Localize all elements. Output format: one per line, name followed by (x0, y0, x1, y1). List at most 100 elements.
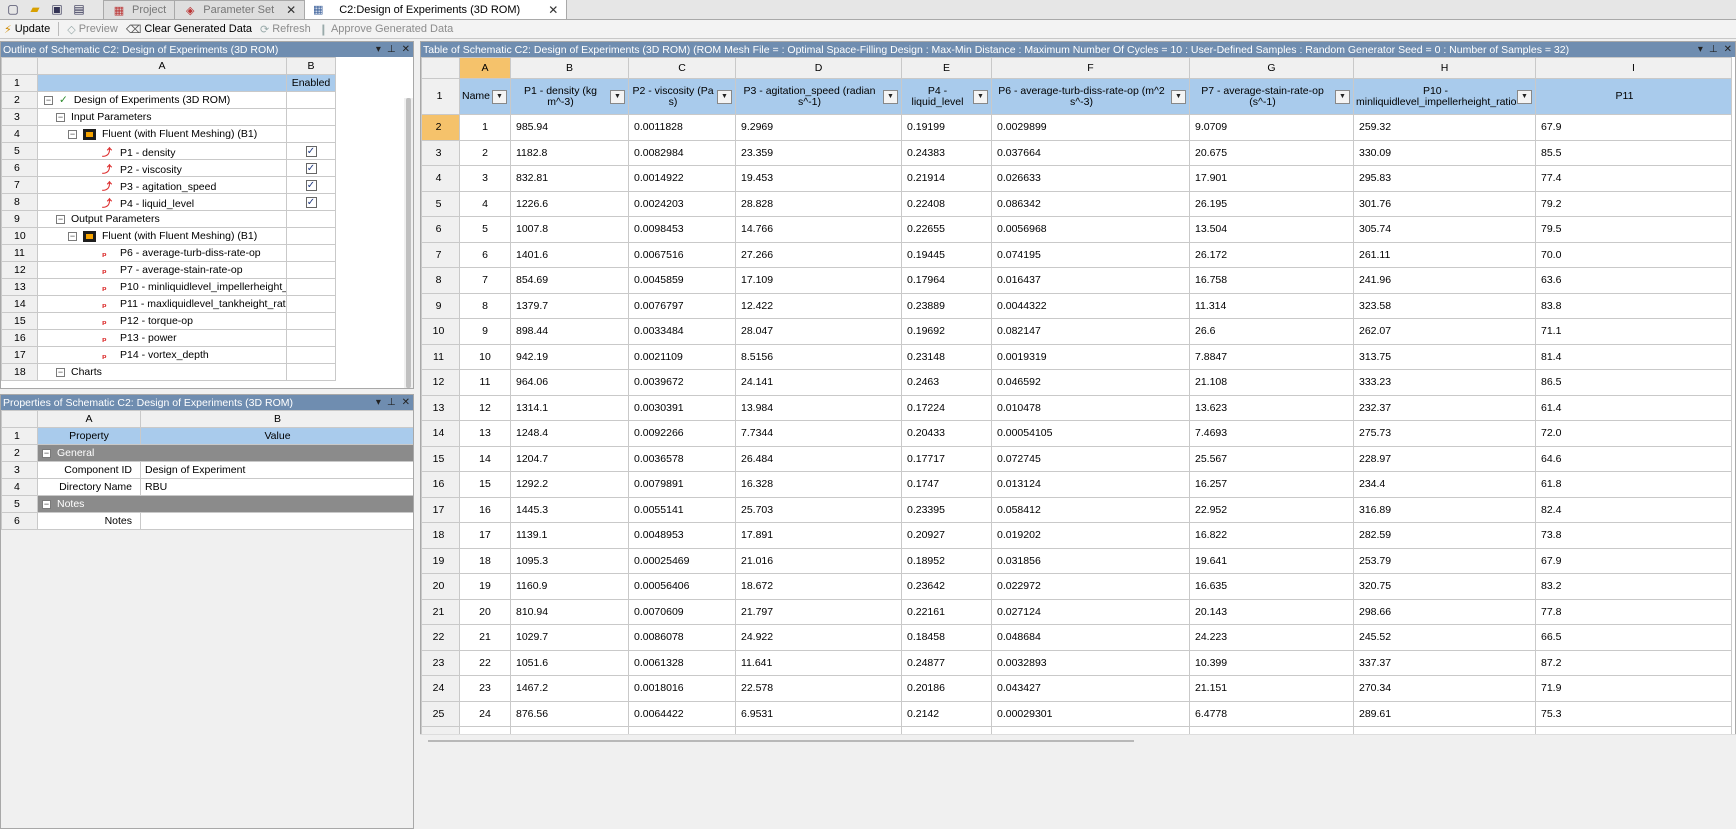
table-cell[interactable]: 1292.2 (510, 471, 629, 498)
table-cell[interactable]: 0.058412 (991, 496, 1190, 523)
table-cell[interactable]: 8.5156 (735, 343, 902, 370)
outline-scrollbar[interactable] (404, 98, 413, 388)
collapse-icon[interactable]: − (56, 214, 65, 224)
table-cell[interactable]: 0.17964 (901, 267, 992, 294)
table-cell[interactable]: 0.0021109 (628, 343, 736, 370)
outline-cell[interactable]: − Output Parameters (37, 210, 287, 228)
table-row[interactable]: 11 10 942.19 0.0021109 8.5156 0.23148 0.001931… (421, 343, 1732, 370)
table-cell[interactable]: 323.58 (1353, 292, 1536, 319)
table-cell[interactable]: 0.22655 (901, 216, 992, 243)
property-row[interactable]: 4 Directory Name RBU (1, 478, 413, 496)
table-cell[interactable]: 313.75 (1353, 343, 1536, 370)
outline-cell[interactable]: − Fluent (with Fluent Meshing) (B1) (37, 125, 287, 143)
clear-generated-data-button[interactable]: ⌫ Clear Generated Data (126, 23, 252, 36)
design-point-name[interactable]: 12 (459, 394, 511, 421)
pin-icon[interactable]: ⊥ (1709, 44, 1718, 55)
table-cell[interactable]: 289.61 (1353, 700, 1536, 727)
table-cell[interactable]: 0.0019319 (991, 343, 1190, 370)
table-cell[interactable]: 0.0061328 (628, 649, 736, 676)
table-cell[interactable]: 0.20433 (901, 420, 992, 447)
table-cell[interactable]: 810.94 (510, 598, 629, 625)
table-cell[interactable]: 1029.7 (510, 624, 629, 651)
column-letter[interactable]: E (901, 57, 992, 79)
table-cell[interactable]: 964.06 (510, 369, 629, 396)
row-number[interactable]: 4 (421, 165, 460, 192)
row-number[interactable]: 24 (421, 675, 460, 702)
table-cell[interactable]: 25.703 (735, 496, 902, 523)
table-cell[interactable]: 0.22161 (901, 598, 992, 625)
row-number[interactable]: 8 (421, 267, 460, 294)
table-cell[interactable]: 0.00025469 (628, 547, 736, 574)
table-row[interactable]: 6 5 1007.8 0.0098453 14.766 0.22655 0.0056968 1… (421, 216, 1732, 243)
table-cell[interactable]: 0.0029899 (991, 114, 1190, 141)
property-group-row[interactable]: 5− Notes (1, 495, 413, 513)
table-cell[interactable]: 0.0076797 (628, 292, 736, 319)
table-cell[interactable]: 17.109 (735, 267, 902, 294)
outline-cell[interactable]: ₚ P7 - average-stain-rate-op (37, 261, 287, 279)
table-cell[interactable]: 0.20927 (901, 522, 992, 549)
table-cell[interactable]: 0.0045859 (628, 267, 736, 294)
table-cell[interactable]: 28.828 (735, 190, 902, 217)
table-cell[interactable]: 64.6 (1535, 445, 1732, 472)
outline-row[interactable]: 4 − Fluent (with Fluent Meshing) (B1) (1, 125, 336, 143)
table-row[interactable]: 25 24 876.56 0.0064422 6.9531 0.2142 0.0002930… (421, 700, 1732, 727)
outline-cell[interactable]: ₚ P11 - maxliquidlevel_tankheight_ratio (37, 295, 287, 313)
table-row[interactable]: 21 20 810.94 0.0070609 21.797 0.22161 0.027124… (421, 598, 1732, 625)
table-cell[interactable]: 876.56 (510, 700, 629, 727)
table-cell[interactable]: 0.0086078 (628, 624, 736, 651)
design-point-name[interactable]: 22 (459, 649, 511, 676)
scroll-thumb[interactable] (406, 98, 411, 388)
table-cell[interactable]: 261.11 (1353, 241, 1536, 268)
table-cell[interactable]: 61.8 (1535, 471, 1732, 498)
design-point-name[interactable]: 16 (459, 496, 511, 523)
table-cell[interactable]: 27.266 (735, 241, 902, 268)
table-cell[interactable]: 66.5 (1535, 624, 1732, 651)
table-cell[interactable]: 16.758 (1189, 267, 1354, 294)
table-cell[interactable]: 0.027124 (991, 598, 1190, 625)
collapse-icon[interactable]: − (56, 112, 65, 122)
table-row[interactable]: 2 1 985.94 0.0011828 9.2969 0.19199 0.0029899 9… (421, 114, 1732, 141)
table-cell[interactable]: 305.74 (1353, 216, 1536, 243)
table-cell[interactable]: 24.141 (735, 369, 902, 396)
table-cell[interactable]: 75.3 (1535, 700, 1732, 727)
column-letter[interactable]: G (1189, 57, 1354, 79)
column-letter[interactable]: B (510, 57, 629, 79)
row-number[interactable]: 3 (421, 139, 460, 166)
table-row[interactable]: 23 22 1051.6 0.0061328 11.641 0.24877 0.003289… (421, 649, 1732, 676)
design-point-name[interactable]: 4 (459, 190, 511, 217)
table-row[interactable]: 19 18 1095.3 0.00025469 21.016 0.18952 0.03185… (421, 547, 1732, 574)
column-letter[interactable]: H (1353, 57, 1536, 79)
table-cell[interactable]: 63.6 (1535, 267, 1732, 294)
property-value[interactable]: Design of Experiment (140, 461, 413, 479)
enabled-checkbox[interactable]: ✓ (305, 163, 317, 174)
design-point-name[interactable]: 10 (459, 343, 511, 370)
row-number[interactable]: 10 (421, 318, 460, 345)
design-point-name[interactable]: 17 (459, 522, 511, 549)
row-number[interactable]: 5 (421, 190, 460, 217)
table-cell[interactable]: 73.8 (1535, 522, 1732, 549)
tab-design-of-experiments[interactable]: ▦ C2:Design of Experiments (3D ROM) ✕ (304, 0, 568, 19)
table-cell[interactable]: 7.8847 (1189, 343, 1354, 370)
table-cell[interactable]: 0.0024203 (628, 190, 736, 217)
table-cell[interactable]: 0.0044322 (991, 292, 1190, 319)
table-cell[interactable]: 79.2 (1535, 190, 1732, 217)
outline-row[interactable]: 9− Output Parameters (1, 210, 336, 228)
table-cell[interactable]: 81.4 (1535, 343, 1732, 370)
outline-cell[interactable]: ₚ P12 - torque-op (37, 312, 287, 330)
table-cell[interactable]: 0.23148 (901, 343, 992, 370)
table-cell[interactable]: 0.00054105 (991, 420, 1190, 447)
table-cell[interactable]: 7.4693 (1189, 420, 1354, 447)
table-cell[interactable]: 228.97 (1353, 445, 1536, 472)
table-cell[interactable]: 85.5 (1535, 139, 1732, 166)
table-cell[interactable]: 0.19199 (901, 114, 992, 141)
table-cell[interactable]: 0.0079891 (628, 471, 736, 498)
outline-row[interactable]: 1 Enabled (1, 74, 336, 92)
table-cell[interactable]: 985.94 (510, 114, 629, 141)
table-cell[interactable]: 6.4778 (1189, 700, 1354, 727)
table-cell[interactable]: 0.0067516 (628, 241, 736, 268)
table-row[interactable]: 3 2 1182.8 0.0082984 23.359 0.24383 0.037664 20… (421, 139, 1732, 166)
collapse-icon[interactable]: − (44, 95, 53, 105)
table-cell[interactable]: 20.143 (1189, 598, 1354, 625)
table-row[interactable]: 5 4 1226.6 0.0024203 28.828 0.22408 0.086342 26… (421, 190, 1732, 217)
table-cell[interactable]: 20.675 (1189, 139, 1354, 166)
